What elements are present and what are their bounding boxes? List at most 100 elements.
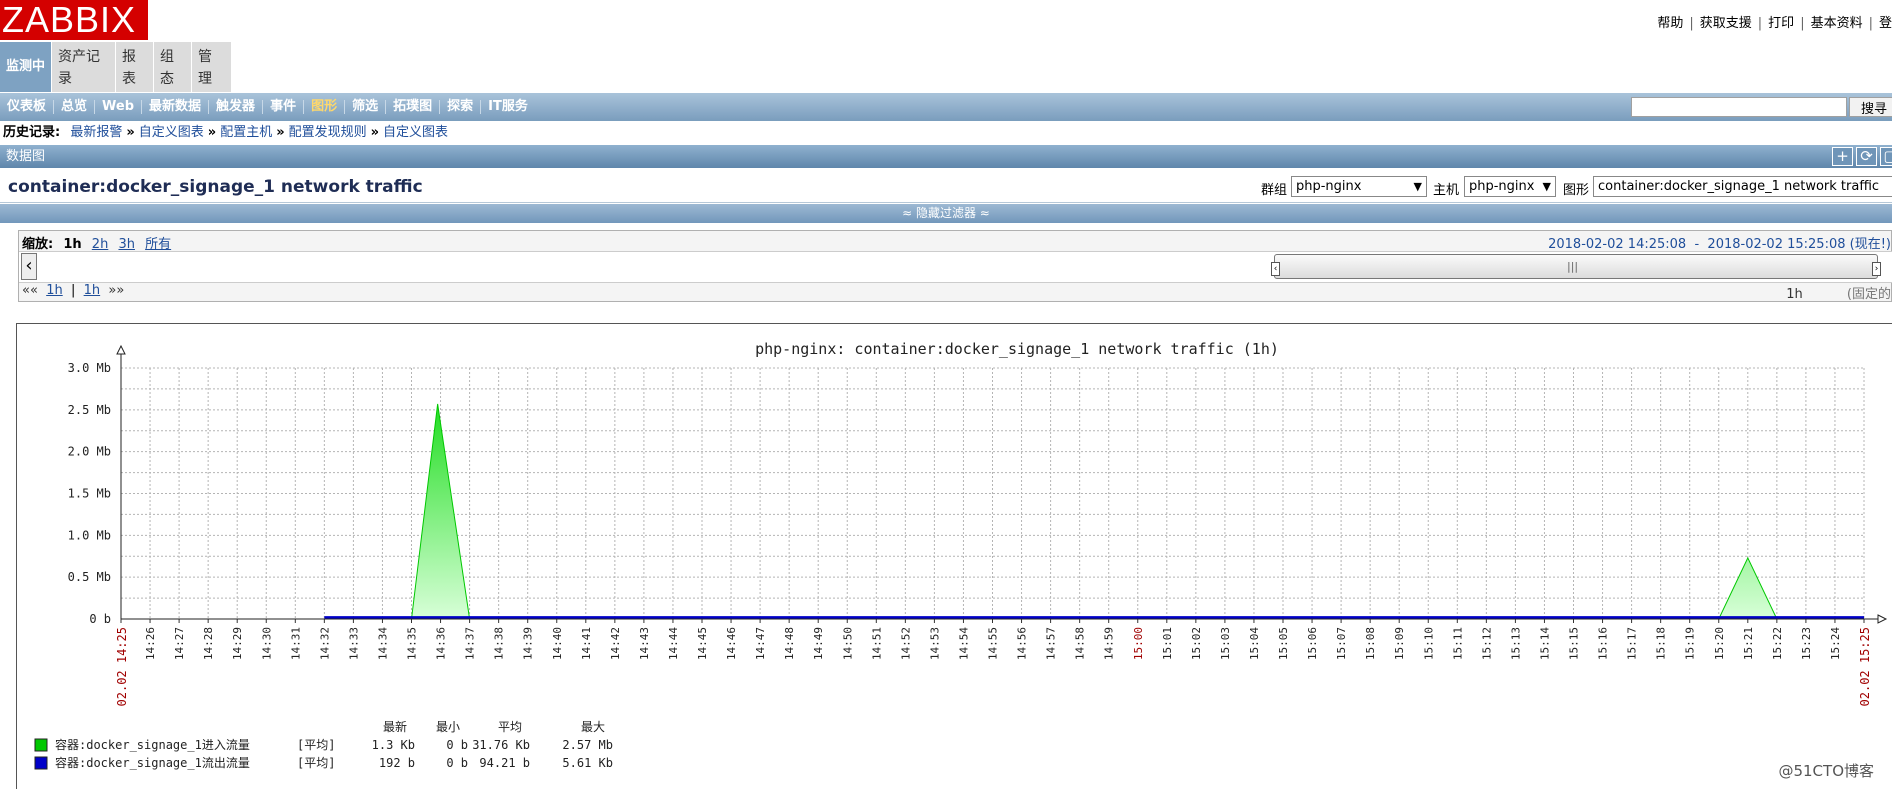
history-item[interactable]: 配置主机 [220, 125, 272, 140]
subnav-it-services[interactable]: IT服务 [481, 100, 535, 114]
subnav-discovery[interactable]: 探索 [440, 100, 482, 114]
nav-fwd-1h-link[interactable]: 1h [84, 283, 101, 298]
x-tick-label: 14:26 [144, 627, 157, 660]
scroll-left-button[interactable]: ‹ [21, 253, 37, 280]
legend-value: 31.76 Kb [472, 738, 530, 752]
x-tick-label: 14:55 [987, 627, 1000, 660]
subnav-graphs[interactable]: 图形 [304, 100, 346, 114]
x-tick-label: 15:01 [1161, 627, 1174, 660]
slider-right-handle[interactable]: › [1872, 262, 1881, 276]
nav-back-button[interactable]: «« [22, 283, 38, 298]
tab-inventory[interactable]: 资产记录 [52, 42, 116, 92]
period-display: 2018-02-02 14:25:08 - 2018-02-02 15:25:0… [1548, 233, 1891, 252]
zoom-2h-link[interactable]: 2h [92, 237, 109, 252]
x-tick-label: 14:27 [173, 627, 186, 660]
help-link[interactable]: 帮助 [1657, 16, 1683, 31]
zabbix-logo[interactable]: ZABBIX [0, 0, 148, 40]
hide-filter-toggle[interactable]: ≈ 隐藏过滤器 ≈ [0, 204, 1892, 223]
x-tick-label: 14:42 [609, 627, 622, 660]
subnav-latest-data[interactable]: 最新数据 [142, 100, 210, 114]
legend-header: 最小 [436, 720, 460, 734]
add-to-favorites-button[interactable]: + [1832, 147, 1853, 166]
x-end-label: 02.02 15:25 [1858, 627, 1872, 706]
x-tick-label: 14:33 [347, 627, 360, 660]
nav-back-1h-link[interactable]: 1h [46, 283, 63, 298]
x-tick-label: 14:58 [1074, 627, 1087, 660]
x-tick-label: 15:22 [1771, 627, 1784, 660]
zoom-current: 1h [63, 237, 82, 252]
subnav-events[interactable]: 事件 [263, 100, 305, 114]
legend-value: 5.61 Kb [562, 756, 613, 770]
y-tick-label: 2.0 Mb [68, 445, 111, 459]
x-tick-label: 14:41 [580, 627, 593, 660]
legend-func: [平均] [297, 756, 335, 770]
top-links: 帮助 | 获取支援 | 打印 | 基本资料 | 登 [1657, 16, 1892, 31]
logout-link[interactable]: 登 [1879, 16, 1892, 31]
y-axis-arrow [116, 344, 126, 355]
x-tick-label: 14:36 [435, 627, 448, 660]
chevron-down-icon: ▼ [1542, 180, 1551, 193]
fullscreen-icon: ▢ [1883, 147, 1892, 165]
x-tick-label: 15:07 [1335, 627, 1348, 660]
history-item[interactable]: 最新报警 [70, 125, 122, 140]
history-item[interactable]: 配置发现规则 [289, 125, 367, 140]
group-select[interactable]: php-nginx ▼ [1291, 176, 1427, 197]
period-length: 1h [1786, 287, 1803, 302]
x-tick-label: 15:12 [1480, 627, 1493, 660]
history-item[interactable]: 自定义图表 [139, 125, 204, 140]
x-tick-label: 15:10 [1422, 627, 1435, 660]
refresh-button[interactable]: ⟳ [1856, 147, 1877, 166]
x-tick-label: 15:19 [1684, 627, 1697, 660]
x-tick-label: 14:34 [376, 627, 389, 660]
legend-header: 最新 [383, 719, 407, 734]
subnav-web[interactable]: Web [95, 100, 143, 114]
slider-left-handle[interactable]: ‹ [1271, 262, 1280, 276]
search-button[interactable]: 搜寻 [1849, 97, 1892, 117]
zoom-all-link[interactable]: 所有 [145, 237, 171, 252]
profile-link[interactable]: 基本资料 [1811, 16, 1863, 31]
timeline-slider[interactable]: ‹ ||| › [1271, 254, 1881, 279]
x-tick-label: 15:13 [1509, 627, 1522, 660]
subnav-screens[interactable]: 筛选 [345, 100, 387, 114]
legend-header: 最大 [581, 720, 605, 734]
x-tick-label: 15:11 [1451, 627, 1464, 660]
legend-value: 1.3 Kb [372, 738, 415, 752]
network-traffic-chart[interactable]: 0 b 0.5 Mb 1.0 Mb 1.5 Mb 2.0 Mb 2.5 Mb 3.0 Mb 1… [17, 324, 1892, 790]
x-tick-label: 14:46 [725, 627, 738, 660]
x-tick-label: 14:49 [812, 627, 825, 660]
y-tick-label: 2.5 Mb [68, 403, 111, 417]
legend-value: 192 b [379, 756, 415, 770]
group-label: 群组 [1261, 183, 1288, 198]
subnav-triggers[interactable]: 触发器 [209, 100, 264, 114]
print-link[interactable]: 打印 [1768, 16, 1794, 31]
x-tick-label: 15:17 [1626, 627, 1639, 660]
tab-configuration[interactable]: 组态 [154, 42, 192, 92]
graph-select[interactable]: container:docker_signage_1 network traff… [1593, 176, 1892, 197]
chevron-left-icon: ‹ [25, 255, 33, 276]
zoom-3h-link[interactable]: 3h [118, 237, 135, 252]
time-period-panel: 缩放: 1h 2h 3h 所有 2018-02-02 14:25:08 - 20… [18, 230, 1892, 302]
fixed-toggle[interactable]: (固定的 [1847, 287, 1891, 302]
x-tick-label: 14:30 [260, 627, 273, 660]
search-input[interactable] [1631, 97, 1847, 117]
tab-reports[interactable]: 报表 [116, 42, 154, 92]
subnav-maps[interactable]: 拓璞图 [386, 100, 441, 114]
host-select[interactable]: php-nginx ▼ [1464, 176, 1556, 197]
subnav-overview[interactable]: 总览 [54, 100, 96, 114]
tab-monitoring[interactable]: 监测中 [0, 42, 52, 92]
subnav-dashboard[interactable]: 仪表板 [0, 100, 55, 114]
x-tick-label: 14:39 [522, 627, 535, 660]
legend-swatch [34, 756, 48, 770]
zoom-row: 缩放: 1h 2h 3h 所有 [22, 233, 171, 252]
fullscreen-button[interactable]: ▢ [1880, 147, 1892, 166]
support-link[interactable]: 获取支援 [1700, 16, 1752, 31]
history-label: 历史记录: [3, 125, 61, 140]
nav-forward-button[interactable]: »» [108, 283, 124, 298]
history-item[interactable]: 自定义图表 [383, 125, 448, 140]
period-end: 2018-02-02 15:25:08 [1707, 237, 1846, 252]
x-tick-label: 14:47 [754, 627, 767, 660]
x-tick-label: 14:40 [551, 627, 564, 660]
legend-value: 0 b [446, 738, 468, 752]
graph-label: 图形 [1563, 183, 1590, 198]
tab-administration[interactable]: 管理 [192, 42, 232, 92]
